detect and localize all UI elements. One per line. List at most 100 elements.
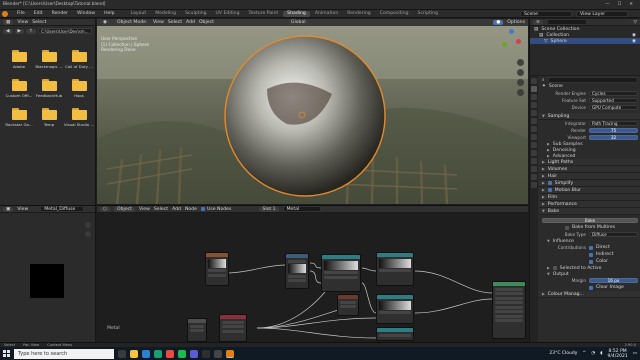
- editor-type-button[interactable]: ≡: [533, 19, 543, 25]
- task-view-icon[interactable]: [118, 349, 126, 358]
- node-color-ramp-2[interactable]: [376, 252, 414, 286]
- network-icon[interactable]: ◔: [591, 351, 595, 356]
- checkbox-icon[interactable]: [589, 259, 593, 264]
- folder-item[interactable]: Custom Offi...: [4, 79, 34, 98]
- checkbox-icon[interactable]: [565, 225, 569, 230]
- view-layer-field[interactable]: View Layer: [576, 11, 628, 17]
- workspace-tab-rendering[interactable]: Rendering: [343, 11, 374, 17]
- scene-tab-icon[interactable]: [531, 110, 537, 116]
- volume-icon[interactable]: ◖: [600, 351, 602, 356]
- workspace-tab-sculpting[interactable]: Sculpting: [181, 11, 210, 17]
- constraints-tab-icon[interactable]: [531, 158, 537, 164]
- view-layer-tab-icon[interactable]: [531, 102, 537, 108]
- properties-search-input[interactable]: [547, 76, 638, 83]
- transform-orientation-dropdown[interactable]: Global: [287, 20, 309, 25]
- mode-dropdown[interactable]: Object Mode: [114, 20, 149, 25]
- scene-field[interactable]: Scene: [520, 11, 572, 17]
- node-bump[interactable]: [376, 294, 414, 324]
- image-canvas[interactable]: [30, 264, 64, 298]
- notification-icon[interactable]: ▭: [633, 351, 637, 356]
- node-color-ramp[interactable]: [321, 254, 361, 292]
- perspective-icon[interactable]: [517, 89, 524, 96]
- render-engine-dropdown[interactable]: Cycles: [589, 90, 638, 97]
- checkbox-icon[interactable]: [589, 252, 593, 257]
- checkbox-icon[interactable]: [552, 266, 557, 270]
- sampling-section-header[interactable]: ▼ Sampling: [539, 113, 640, 120]
- bake-type-dropdown[interactable]: Diffuse: [589, 231, 638, 238]
- particles-tab-icon[interactable]: [531, 142, 537, 148]
- 3d-viewport[interactable]: ◉ Object Mode View Select Add Object Glo…: [97, 19, 528, 204]
- zoom-icon[interactable]: [85, 222, 91, 228]
- visibility-icon[interactable]: ◉: [632, 33, 640, 38]
- physics-tab-icon[interactable]: [531, 150, 537, 156]
- folder-item[interactable]: Call of Duty ...: [64, 50, 94, 69]
- menu-view[interactable]: View: [17, 207, 28, 212]
- menu-select[interactable]: Select: [154, 207, 168, 212]
- outliner-search-input[interactable]: [546, 19, 587, 25]
- checkbox-icon[interactable]: [589, 245, 593, 250]
- workspace-tab-texture-paint[interactable]: Texture Paint: [245, 11, 283, 17]
- film-section[interactable]: ▶ Film: [539, 194, 640, 201]
- integrator-dropdown[interactable]: Path Tracing: [589, 120, 638, 127]
- volumes-section[interactable]: ▶ Volumes: [539, 166, 640, 173]
- taskbar-search-input[interactable]: Type here to search: [14, 348, 114, 359]
- menu-render[interactable]: Render: [48, 11, 72, 16]
- folder-item[interactable]: Adobe: [4, 50, 34, 69]
- data-tab-icon[interactable]: [531, 166, 537, 172]
- color-management-section[interactable]: ▶ Colour Manag...: [539, 291, 640, 298]
- texture-tab-icon[interactable]: [531, 182, 537, 188]
- editor-type-button[interactable]: ◉: [100, 20, 111, 25]
- margin-field[interactable]: 16 px: [589, 277, 638, 284]
- menu-select[interactable]: Select: [168, 20, 182, 25]
- pan-icon[interactable]: [85, 231, 91, 237]
- menu-edit[interactable]: Edit: [30, 11, 47, 16]
- menu-help[interactable]: Help: [100, 11, 118, 16]
- menu-add[interactable]: Add: [172, 207, 181, 212]
- node-principled-bsdf[interactable]: [492, 281, 526, 339]
- editor-type-button[interactable]: ⬡: [100, 206, 111, 212]
- performance-section[interactable]: ▶ Performance: [539, 201, 640, 208]
- checkbox-icon[interactable]: [547, 181, 552, 185]
- bake-button[interactable]: Bake: [542, 217, 638, 224]
- menu-node[interactable]: Node: [185, 207, 197, 212]
- workspace-tab-compositing[interactable]: Compositing: [376, 11, 413, 17]
- bake-section-header[interactable]: ▼ Bake: [539, 208, 640, 215]
- bake-from-multires-row[interactable]: Bake from Multires: [539, 224, 640, 231]
- workspace-tab-uv-editing[interactable]: UV Editing: [212, 11, 244, 17]
- shader-node-editor[interactable]: ⬡ Object View Select Add Node Use Nodes …: [97, 205, 528, 342]
- node-image-texture[interactable]: [205, 252, 229, 286]
- object-type-dropdown[interactable]: Object: [114, 206, 135, 212]
- use-nodes-toggle[interactable]: Use Nodes: [200, 207, 231, 212]
- slot-dropdown[interactable]: Slot 1: [259, 206, 279, 212]
- render-tab-icon[interactable]: [531, 86, 537, 92]
- folder-item[interactable]: Temp: [34, 108, 64, 127]
- workspace-tab-modeling[interactable]: Modeling: [151, 11, 180, 17]
- settings-icon[interactable]: [214, 349, 222, 358]
- menu-add[interactable]: Add: [186, 20, 195, 25]
- object-tab-icon[interactable]: [531, 126, 537, 132]
- output-tab-icon[interactable]: [531, 94, 537, 100]
- light-paths-section[interactable]: ▶ Light Paths: [539, 159, 640, 166]
- node-texture-coordinate[interactable]: [219, 314, 247, 342]
- menu-select[interactable]: Select: [32, 20, 46, 25]
- minimize-icon[interactable]: —: [605, 2, 609, 7]
- chrome-browser-icon[interactable]: [166, 349, 174, 358]
- mail-icon[interactable]: [142, 349, 150, 358]
- device-dropdown[interactable]: GPU Compute: [589, 104, 638, 111]
- navigation-gizmo[interactable]: [500, 29, 522, 51]
- back-arrow-icon[interactable]: ◀: [3, 28, 13, 34]
- render-samples-field[interactable]: 75: [589, 127, 638, 134]
- weather-widget[interactable]: 23°C Cloudy: [549, 351, 577, 356]
- node-value[interactable]: [187, 318, 207, 342]
- shading-rendered-icon[interactable]: ●: [493, 20, 504, 25]
- workspace-tab-animation[interactable]: Animation: [311, 11, 342, 17]
- folder-item[interactable]: Hops: [64, 79, 94, 98]
- node-ramp-3[interactable]: [376, 327, 414, 341]
- workspace-tab-scripting[interactable]: Scripting: [414, 11, 442, 17]
- tool-tab-icon[interactable]: [531, 78, 537, 84]
- checkbox-icon[interactable]: [547, 188, 552, 192]
- pan-icon[interactable]: [517, 69, 524, 76]
- folder-item[interactable]: Rockstar Ga...: [4, 108, 34, 127]
- gizmo-z-icon[interactable]: [509, 29, 514, 34]
- hair-section[interactable]: ▶ Hair: [539, 173, 640, 180]
